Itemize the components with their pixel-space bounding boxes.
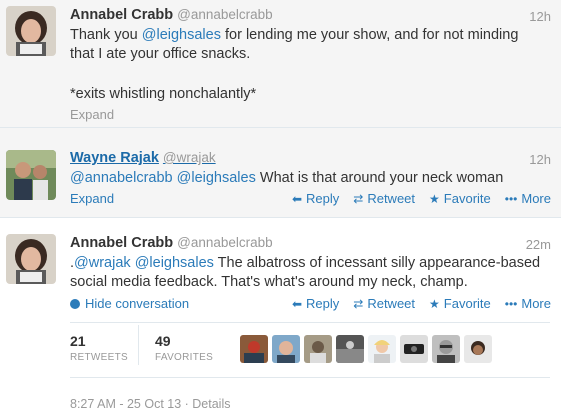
mention-link[interactable]: @wrajak — [74, 255, 131, 271]
user-avatar[interactable] — [304, 335, 332, 363]
mention-link[interactable]: @leighsales — [135, 255, 214, 271]
tweet-text-extra: *exits whistling nonchalantly* — [70, 86, 257, 102]
favorite-button[interactable]: ★ Favorite — [429, 296, 491, 311]
star-icon: ★ — [429, 296, 440, 311]
reply-arrow-icon: ⬅ — [291, 296, 303, 311]
tweet-text: Thank you @leighsales for lending me you… — [70, 27, 519, 62]
retweets-count: 21 — [70, 333, 86, 349]
author-name[interactable]: Annabel Crabb @annabelcrabb — [70, 235, 273, 251]
reply-button[interactable]: ⬅ Reply — [292, 296, 339, 311]
tweet-full-timestamp: 8:27 AM - 25 Oct 13 — [70, 397, 182, 411]
user-avatar[interactable] — [240, 335, 268, 363]
avatar[interactable] — [6, 234, 56, 284]
tweet-timestamp[interactable]: 12h — [529, 152, 551, 167]
user-avatar[interactable] — [272, 335, 300, 363]
mention-link[interactable]: @annabelcrabb — [70, 170, 173, 186]
favorite-button[interactable]: ★ Favorite — [429, 191, 491, 206]
tweet-footer: 8:27 AM - 25 Oct 13 · Details — [70, 397, 231, 411]
tweet-timestamp[interactable]: 12h — [529, 9, 551, 24]
star-icon: ★ — [429, 191, 440, 206]
ellipsis-icon: ••• — [504, 296, 518, 311]
user-avatar[interactable] — [336, 335, 364, 363]
retweet-button[interactable]: ⇄ Retweet — [353, 296, 415, 311]
favorites-stat[interactable]: 49 FAVORITES — [155, 333, 213, 363]
retweet-button[interactable]: ⇄ Retweet — [353, 191, 415, 206]
favorites-label: FAVORITES — [155, 352, 214, 363]
tweet-wayne[interactable]: Wayne Rajak @wrajak 12h @annabelcrabb @le… — [0, 128, 561, 218]
expand-link[interactable]: Expand — [70, 191, 114, 206]
favoriters-avatars — [240, 335, 492, 363]
author-name[interactable]: Wayne Rajak @wrajak — [70, 150, 216, 166]
ellipsis-icon: ••• — [504, 191, 518, 206]
tweet-text: @annabelcrabb @leighsales What is that a… — [70, 170, 504, 186]
retweet-icon: ⇄ — [353, 296, 364, 311]
stats-divider-bottom — [70, 377, 550, 378]
avatar[interactable] — [6, 150, 56, 200]
details-link[interactable]: Details — [192, 397, 230, 411]
user-avatar[interactable] — [464, 335, 492, 363]
author-handle[interactable]: @annabelcrabb — [177, 235, 273, 250]
stats-divider-top — [70, 322, 550, 323]
reply-arrow-icon: ⬅ — [291, 191, 303, 206]
retweets-stat[interactable]: 21 RETWEETS — [70, 333, 128, 363]
author-name[interactable]: Annabel Crabb @annabelcrabb — [70, 7, 273, 23]
more-button[interactable]: ••• More — [505, 191, 551, 206]
more-button[interactable]: ••• More — [505, 296, 551, 311]
tweet-annabel-2[interactable]: Annabel Crabb @annabelcrabb 22m .@wrajak … — [0, 218, 561, 414]
mention-link[interactable]: @leighsales — [177, 170, 256, 186]
hide-conversation-link[interactable]: Hide conversation — [70, 296, 189, 311]
author-handle[interactable]: @annabelcrabb — [177, 7, 273, 22]
user-avatar[interactable] — [400, 335, 428, 363]
tweet-actions: ⬅ Reply ⇄ Retweet ★ Favorite ••• More — [292, 191, 551, 206]
user-avatar[interactable] — [368, 335, 396, 363]
stats-separator — [138, 325, 139, 365]
avatar[interactable] — [6, 6, 56, 56]
conversation-icon — [70, 298, 80, 309]
expand-link[interactable]: Expand — [70, 107, 114, 122]
tweet-text: .@wrajak @leighsales The albatross of in… — [70, 255, 541, 290]
tweet-timestamp[interactable]: 22m — [526, 237, 551, 252]
tweet-annabel-1[interactable]: Annabel Crabb @annabelcrabb 12h Thank you… — [0, 0, 561, 128]
tweet-actions: ⬅ Reply ⇄ Retweet ★ Favorite ••• More — [292, 296, 551, 311]
retweets-label: RETWEETS — [70, 352, 128, 363]
mention-link[interactable]: @leighsales — [142, 27, 221, 43]
reply-button[interactable]: ⬅ Reply — [292, 191, 339, 206]
author-handle[interactable]: @wrajak — [163, 150, 216, 165]
user-avatar[interactable] — [432, 335, 460, 363]
retweet-icon: ⇄ — [353, 191, 364, 206]
favorites-count: 49 — [155, 333, 171, 349]
